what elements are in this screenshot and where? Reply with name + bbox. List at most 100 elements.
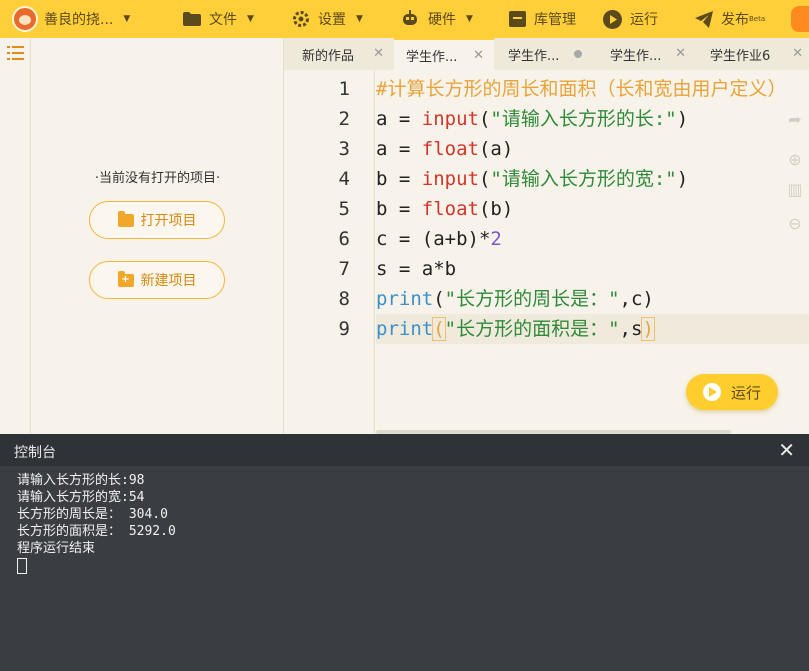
settings-menu-label: 设置 — [318, 12, 346, 28]
chevron-down-icon: ▼ — [123, 14, 131, 24]
tab-student-work-active[interactable]: 学生作... ✕ — [394, 38, 494, 70]
line-number: 5 — [338, 198, 350, 220]
hardware-menu-label: 硬件 — [428, 12, 456, 28]
open-project-button[interactable]: 打开项目 — [89, 201, 225, 239]
new-project-label: 新建项目 — [140, 273, 197, 289]
console-line: 请输入长方形的长:98 — [17, 473, 145, 488]
code-line[interactable]: b = input("请输入长方形的宽:") — [376, 164, 688, 194]
tab-student-work-modified[interactable]: 学生作... — [494, 38, 594, 70]
code-token: b = — [376, 168, 422, 190]
folder-add-icon: + — [117, 270, 134, 287]
console-line: 长方形的面积是： 5292.0 — [17, 524, 176, 539]
paper-plane-icon — [695, 10, 713, 28]
library-manager-label: 库管理 — [534, 12, 576, 28]
code-line[interactable]: #计算长方形的周长和面积（长和宽由用户定义） — [376, 74, 786, 104]
code-token: "请输入长方形的长:" — [490, 108, 677, 130]
line-number: 7 — [338, 258, 350, 280]
chevron-down-icon: ▼ — [466, 14, 473, 24]
code-token: ( — [432, 317, 446, 341]
user-name: 善良的挠... — [44, 12, 114, 28]
file-menu-label: 文件 — [209, 12, 237, 28]
close-icon[interactable]: ✕ — [778, 438, 795, 462]
run-toolbar-button[interactable]: 运行 — [603, 0, 658, 38]
line-number: 9 — [338, 318, 350, 340]
publish-button[interactable]: 发布 Beta — [695, 0, 765, 38]
share-icon[interactable]: ➦ — [785, 110, 805, 130]
gear-icon — [293, 11, 309, 27]
run-button[interactable]: 运行 — [686, 374, 778, 410]
chevron-down-icon: ▼ — [247, 14, 254, 24]
tab-student-work-6[interactable]: 学生作业6 ✕ — [696, 38, 809, 70]
code-token: ) — [641, 317, 655, 341]
code-line[interactable]: a = input("请输入长方形的长:") — [376, 104, 688, 134]
run-button-label: 运行 — [730, 383, 761, 402]
top-toolbar: 善良的挠... ▼ 文件 ▼ 设置 ▼ 硬件 ▼ 库管理 运行 发布 Beta — [0, 0, 809, 38]
code-line[interactable]: print("长方形的面积是：",s) — [376, 314, 809, 344]
input-cursor[interactable] — [17, 558, 27, 574]
code-token: ( — [478, 168, 491, 190]
code-line[interactable]: s = a*b — [376, 254, 456, 284]
line-number: 1 — [338, 78, 350, 100]
close-icon[interactable]: ✕ — [792, 46, 803, 61]
code-token: "长方形的面积是：" — [444, 318, 620, 340]
code-token: ,s — [619, 318, 643, 340]
no-project-message: ·当前没有打开的项目· — [94, 171, 221, 186]
line-number-gutter: 1 2 3 4 5 6 7 8 9 — [284, 70, 375, 434]
tab-bar: 新的作品 ✕ 学生作... ✕ 学生作... 学生作... ✕ 学生作业6 ✕ — [284, 38, 809, 70]
console-line: 请输入长方形的宽:54 — [17, 490, 145, 505]
robot-icon — [403, 10, 417, 25]
code-token: print — [376, 288, 434, 310]
tab-label: 学生作业6 — [710, 48, 771, 64]
chevron-down-icon: ▼ — [356, 14, 363, 24]
code-token: #计算长方形的周长和面积（长和宽由用户定义） — [376, 78, 787, 100]
code-line[interactable]: a = float(a) — [376, 134, 513, 164]
tab-label: 学生作... — [406, 49, 458, 65]
close-icon[interactable]: ✕ — [675, 46, 686, 61]
settings-menu[interactable]: 设置 ▼ — [292, 0, 363, 38]
file-menu[interactable]: 文件 ▼ — [183, 0, 254, 38]
project-panel: ·当前没有打开的项目· 打开项目 + 新建项目 — [31, 38, 284, 434]
code-line[interactable]: print("长方形的周长是：",c) — [376, 284, 654, 314]
code-token: float — [421, 198, 479, 220]
console-output[interactable]: 请输入长方形的长:98 请输入长方形的宽:54 长方形的周长是： 304.0 长… — [17, 472, 176, 574]
code-line[interactable]: c = (a+b)*2 — [376, 224, 502, 254]
console-header: 控制台 ✕ — [0, 434, 809, 466]
left-strip — [0, 38, 31, 434]
zoom-out-icon[interactable]: ⊖ — [785, 214, 805, 234]
code-token: ,c) — [619, 288, 654, 310]
tab-label: 学生作... — [508, 48, 560, 64]
close-icon[interactable]: ✕ — [473, 48, 484, 63]
code-token: c = (a+b)* — [376, 228, 491, 250]
zoom-in-icon[interactable]: ⊕ — [785, 150, 805, 170]
play-circle-icon — [603, 9, 622, 29]
code-token: a = — [376, 138, 422, 160]
code-token: (a) — [478, 138, 514, 160]
code-token: "长方形的周长是：" — [444, 288, 620, 310]
code-token: a = — [376, 108, 422, 130]
library-manager-button[interactable]: 库管理 — [509, 0, 576, 38]
format-icon[interactable]: ▥ — [785, 180, 805, 200]
open-project-label: 打开项目 — [140, 213, 197, 229]
console-line: 长方形的周长是： 304.0 — [17, 507, 168, 522]
folder-open-icon — [117, 210, 134, 227]
new-project-button[interactable]: + 新建项目 — [89, 261, 225, 299]
tab-new-work[interactable]: 新的作品 ✕ — [284, 38, 394, 70]
code-token: ) — [676, 168, 689, 190]
user-menu[interactable]: 善良的挠... ▼ — [12, 0, 130, 38]
code-token: s = a*b — [376, 258, 457, 280]
publish-label: 发布 — [721, 12, 749, 28]
unsaved-dot-icon — [574, 50, 582, 58]
code-line[interactable]: b = float(b) — [376, 194, 513, 224]
line-number: 2 — [338, 108, 350, 130]
console-panel: 控制台 ✕ 请输入长方形的长:98 请输入长方形的宽:54 长方形的周长是： 3… — [0, 434, 809, 671]
close-icon[interactable]: ✕ — [373, 46, 384, 61]
code-token: 2 — [490, 228, 502, 250]
hardware-menu[interactable]: 硬件 ▼ — [400, 0, 473, 38]
corner-menu-button[interactable] — [791, 6, 809, 32]
menu-list-icon[interactable] — [7, 46, 24, 60]
code-token: "请输入长方形的宽:" — [490, 168, 677, 190]
line-number: 6 — [338, 228, 350, 250]
run-toolbar-label: 运行 — [630, 12, 658, 28]
tab-student-work[interactable]: 学生作... ✕ — [594, 38, 696, 70]
line-number: 4 — [338, 168, 350, 190]
